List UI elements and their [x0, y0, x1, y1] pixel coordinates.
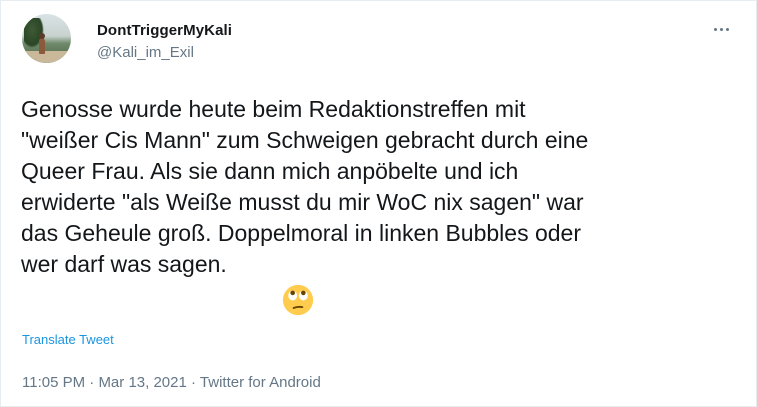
tweet-text: Genosse wurde heute beim Redaktionstreff… [21, 94, 736, 280]
tweet-text-line: das Geheule groß. Doppelmoral in linken … [21, 220, 581, 246]
tweet-card: DontTriggerMyKali @Kali_im_Exil Genosse … [0, 0, 757, 407]
display-name[interactable]: DontTriggerMyKali [97, 22, 232, 39]
tweet-time[interactable]: 11:05 PM [22, 374, 85, 391]
avatar-figure [39, 33, 45, 54]
avatar[interactable] [22, 14, 71, 63]
meta-separator: · [191, 374, 196, 391]
face-with-rolling-eyes-icon [282, 284, 314, 316]
tweet-meta: 11:05 PM · Mar 13, 2021 · Twitter for An… [22, 374, 321, 391]
tweet-text-line: Queer Frau. Als sie dann mich anpöbelte … [21, 158, 519, 184]
tweet-date[interactable]: Mar 13, 2021 [98, 374, 186, 391]
more-icon-dot [713, 27, 717, 31]
tweet-text-line: "weißer Cis Mann" zum Schweigen gebracht… [21, 127, 589, 153]
avatar-sand [22, 51, 71, 63]
more-options-button[interactable] [707, 17, 735, 41]
tweet-text-line: wer darf was sagen. [21, 251, 227, 277]
user-handle[interactable]: @Kali_im_Exil [97, 44, 194, 61]
more-icon-dot [725, 27, 729, 31]
translate-tweet-link[interactable]: Translate Tweet [22, 332, 114, 347]
more-icon-dot [719, 27, 723, 31]
tweet-text-line: Genosse wurde heute beim Redaktionstreff… [21, 96, 526, 122]
tweet-text-line: erwiderte "als Weiße musst du mir WoC ni… [21, 189, 584, 215]
tweet-source[interactable]: Twitter for Android [200, 374, 321, 391]
meta-separator: · [89, 374, 95, 391]
